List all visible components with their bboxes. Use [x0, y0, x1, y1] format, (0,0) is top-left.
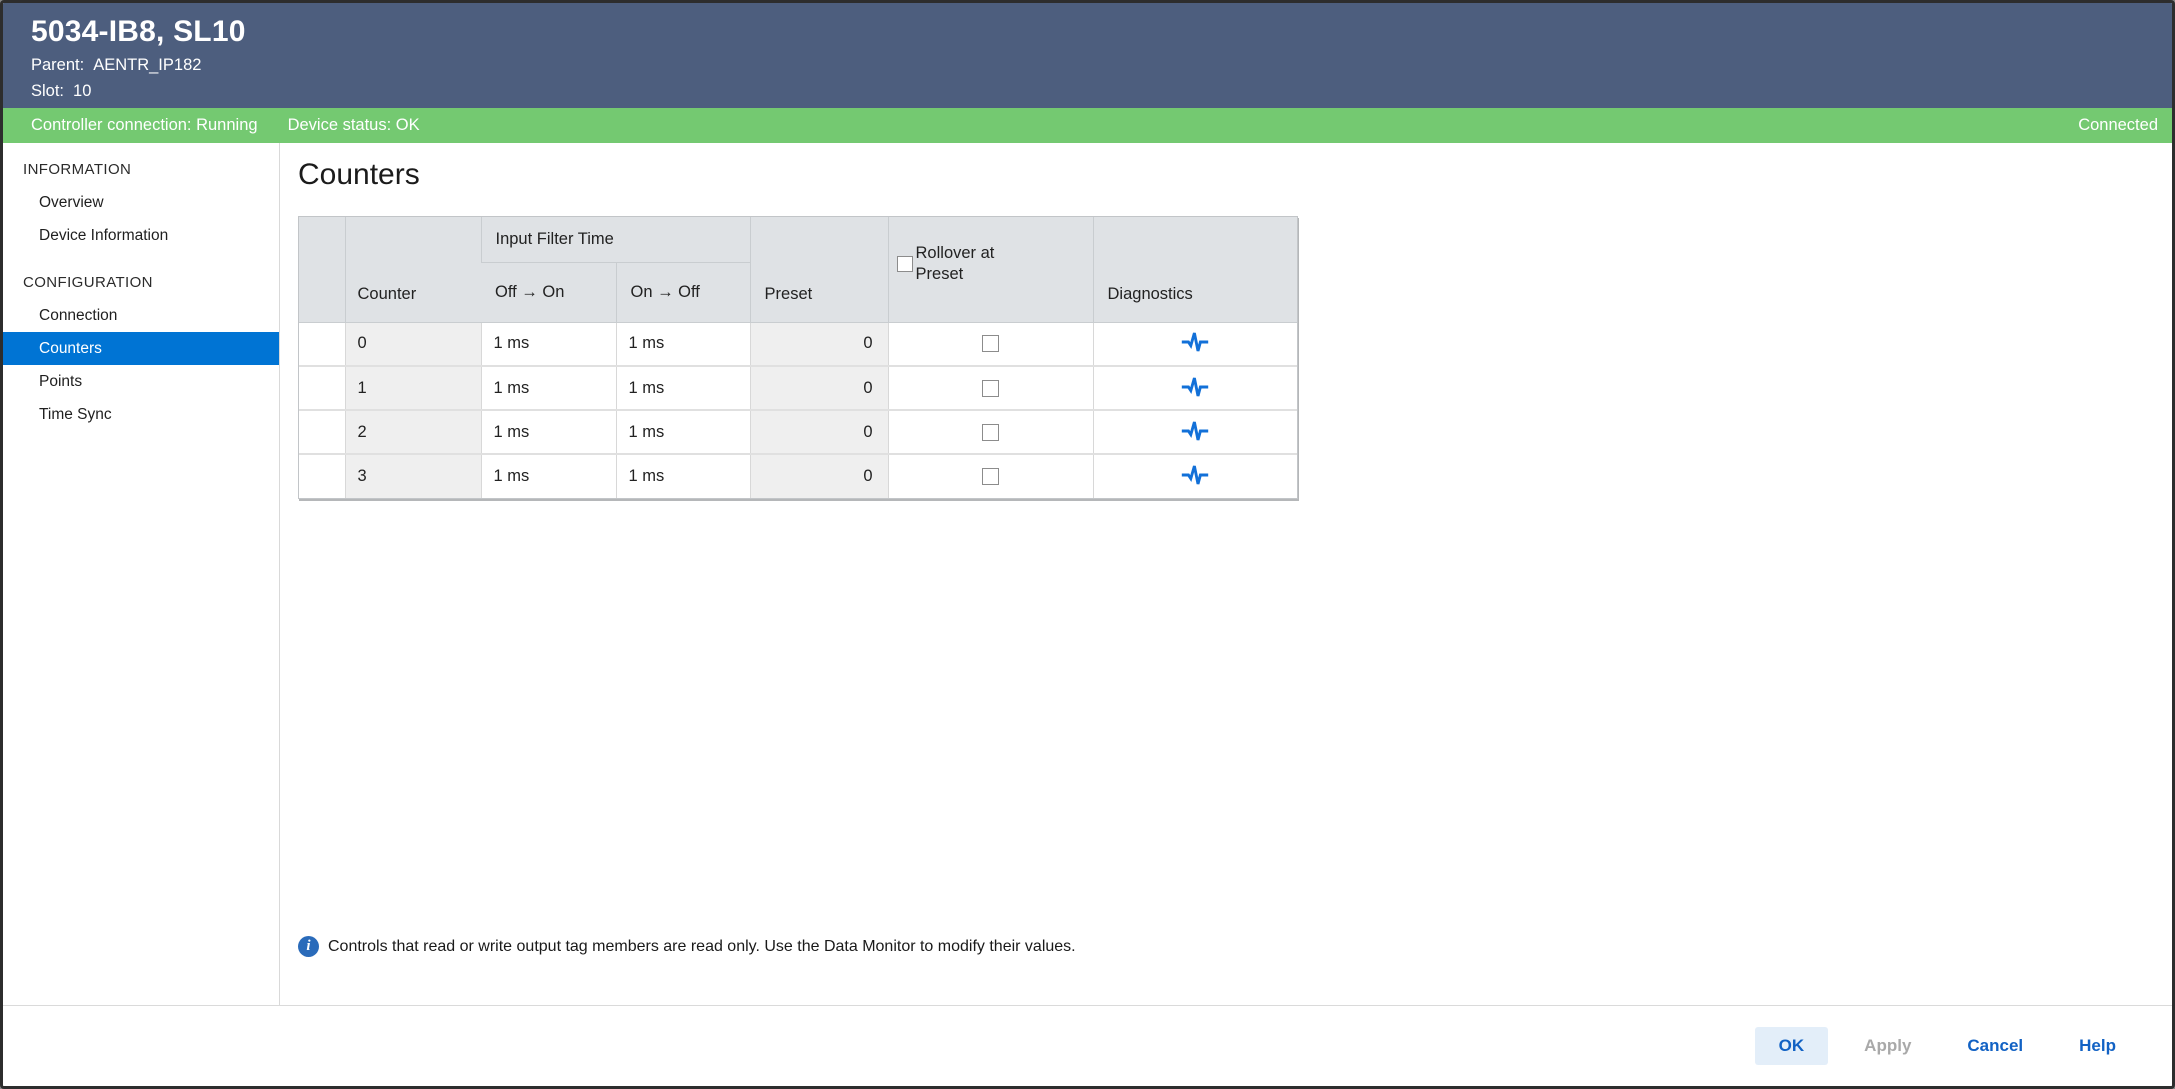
rollover-all-checkbox[interactable]: [897, 256, 913, 272]
counters-table: Counter Input Filter Time Preset Rollove…: [299, 217, 1297, 498]
column-header-preset: Preset: [750, 217, 888, 322]
column-header-diagnostics: Diagnostics: [1093, 217, 1297, 322]
rollover-cell: [888, 366, 1093, 410]
on-off-cell[interactable]: 1 ms: [616, 366, 750, 410]
device-status: Device status: OK: [288, 116, 420, 135]
table-row: 0 1 ms 1 ms 0: [299, 322, 1297, 366]
rollover-checkbox[interactable]: [982, 380, 999, 397]
table-row: 3 1 ms 1 ms 0: [299, 454, 1297, 498]
on-off-cell[interactable]: 1 ms: [616, 410, 750, 454]
on-off-cell[interactable]: 1 ms: [616, 454, 750, 498]
rollover-cell: [888, 454, 1093, 498]
diagnostics-icon[interactable]: [1176, 461, 1214, 489]
connection-state: Connected: [2078, 116, 2158, 135]
apply-button[interactable]: Apply: [1844, 1027, 1931, 1065]
diagnostics-icon[interactable]: [1176, 417, 1214, 445]
row-selector-cell[interactable]: [299, 410, 345, 454]
column-header-rollover: Rollover at Preset: [888, 217, 1093, 322]
sidebar-item-overview[interactable]: Overview: [3, 186, 279, 219]
on-off-cell[interactable]: 1 ms: [616, 322, 750, 366]
diagnostics-cell: [1093, 322, 1297, 366]
counters-table-container: Counter Input Filter Time Preset Rollove…: [298, 216, 1298, 499]
column-group-input-filter-time: Input Filter Time: [481, 217, 750, 262]
ok-button[interactable]: OK: [1755, 1027, 1829, 1065]
info-note-text: Controls that read or write output tag m…: [328, 938, 1076, 956]
parent-line: Parent: AENTR_IP182: [31, 56, 2144, 75]
column-header-rollover-label: Rollover at Preset: [916, 243, 1018, 285]
parent-value: AENTR_IP182: [93, 56, 201, 74]
preset-cell: 0: [750, 322, 888, 366]
sidebar-item-connection[interactable]: Connection: [3, 299, 279, 332]
counter-cell: 1: [345, 366, 481, 410]
off-on-cell[interactable]: 1 ms: [481, 366, 616, 410]
preset-cell: 0: [750, 454, 888, 498]
off-on-cell[interactable]: 1 ms: [481, 322, 616, 366]
row-selector-cell[interactable]: [299, 366, 345, 410]
rollover-checkbox[interactable]: [982, 424, 999, 441]
diagnostics-icon[interactable]: [1176, 373, 1214, 401]
table-row: 2 1 ms 1 ms 0: [299, 410, 1297, 454]
sidebar-section-configuration: CONFIGURATION: [3, 266, 279, 299]
slot-line: Slot: 10: [31, 82, 2144, 101]
column-header-on-off: On → Off: [616, 262, 750, 322]
main-content: Counters Counter Input Filter Time Prese…: [280, 143, 2172, 1005]
column-header-off-on: Off → On: [481, 262, 616, 322]
parent-label: Parent:: [31, 56, 84, 74]
preset-cell: 0: [750, 366, 888, 410]
diagnostics-cell: [1093, 366, 1297, 410]
rollover-checkbox[interactable]: [982, 335, 999, 352]
row-selector-cell[interactable]: [299, 454, 345, 498]
sidebar-section-information: INFORMATION: [3, 153, 279, 186]
sidebar-item-points[interactable]: Points: [3, 365, 279, 398]
rollover-checkbox[interactable]: [982, 468, 999, 485]
window-header: 5034-IB8, SL10 Parent: AENTR_IP182 Slot: 1…: [3, 3, 2172, 108]
preset-cell: 0: [750, 410, 888, 454]
sidebar-item-device-information[interactable]: Device Information: [3, 219, 279, 252]
counter-cell: 2: [345, 410, 481, 454]
off-on-cell[interactable]: 1 ms: [481, 454, 616, 498]
status-bar: Controller connection: Running Device st…: [3, 108, 2172, 143]
footer-bar: OK Apply Cancel Help: [3, 1005, 2172, 1086]
sidebar-item-counters[interactable]: Counters: [3, 332, 279, 365]
counter-cell: 0: [345, 322, 481, 366]
cancel-button[interactable]: Cancel: [1947, 1027, 2043, 1065]
row-selector-cell[interactable]: [299, 322, 345, 366]
row-selector-header: [299, 217, 345, 322]
help-button[interactable]: Help: [2059, 1027, 2136, 1065]
navigation-sidebar: INFORMATION Overview Device Information …: [3, 143, 280, 1005]
page-title: Counters: [298, 158, 2172, 192]
info-icon: i: [298, 936, 319, 957]
module-properties-window: 5034-IB8, SL10 Parent: AENTR_IP182 Slot: 1…: [0, 0, 2175, 1089]
info-note-row: i Controls that read or write output tag…: [298, 936, 2172, 957]
counter-cell: 3: [345, 454, 481, 498]
table-row: 1 1 ms 1 ms 0: [299, 366, 1297, 410]
off-on-cell[interactable]: 1 ms: [481, 410, 616, 454]
diagnostics-cell: [1093, 410, 1297, 454]
column-header-counter: Counter: [345, 217, 481, 322]
slot-label: Slot:: [31, 82, 64, 100]
module-title: 5034-IB8, SL10: [31, 15, 2144, 49]
diagnostics-cell: [1093, 454, 1297, 498]
controller-connection-status: Controller connection: Running: [31, 116, 258, 135]
rollover-cell: [888, 410, 1093, 454]
slot-value: 10: [73, 82, 91, 100]
sidebar-item-time-sync[interactable]: Time Sync: [3, 398, 279, 431]
rollover-cell: [888, 322, 1093, 366]
diagnostics-icon[interactable]: [1176, 328, 1214, 356]
